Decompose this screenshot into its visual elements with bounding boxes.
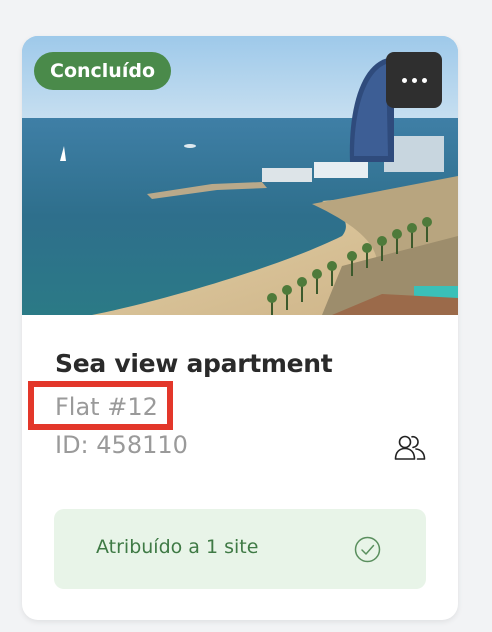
card-subtitle: Flat #12: [55, 393, 158, 421]
more-options-button[interactable]: [386, 52, 442, 108]
people-icon[interactable]: [394, 434, 426, 460]
assigned-sites-panel[interactable]: Atribuído a 1 site: [54, 509, 426, 589]
card-title: Sea view apartment: [55, 349, 333, 378]
property-card[interactable]: Concluído Sea view apartment Flat #12 ID…: [22, 36, 458, 620]
assigned-sites-label: Atribuído a 1 site: [96, 536, 259, 558]
property-photo: Concluído: [22, 36, 458, 315]
status-badge: Concluído: [34, 52, 171, 90]
card-id: ID: 458110: [55, 431, 188, 459]
check-circle-icon: [354, 536, 381, 563]
more-horizontal-icon: [401, 77, 427, 83]
